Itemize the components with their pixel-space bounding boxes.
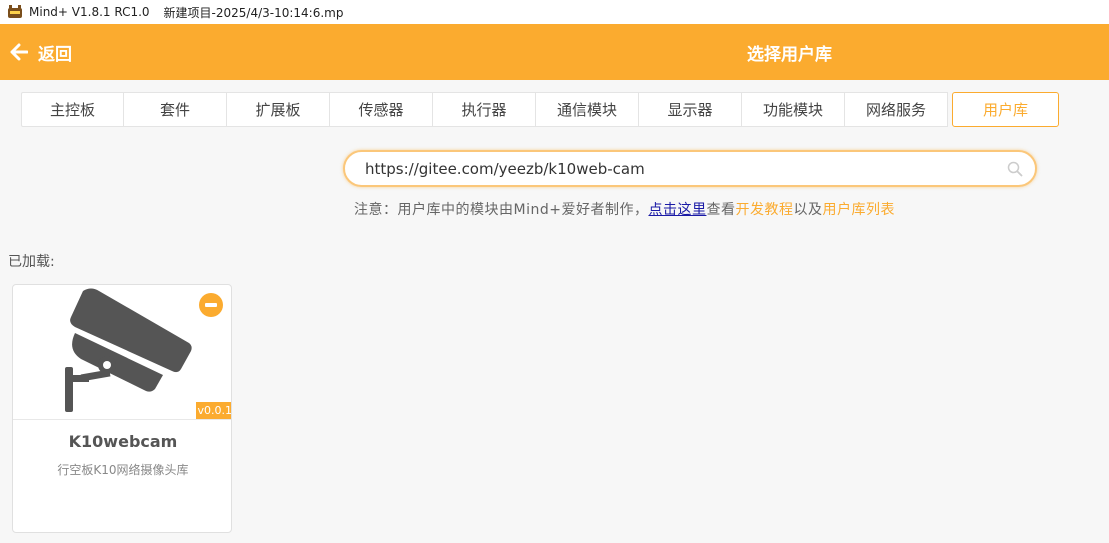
loaded-section-label: 已加载: (8, 254, 55, 270)
library-url-input[interactable] (365, 159, 985, 178)
remove-library-button[interactable] (199, 293, 223, 317)
tab-function[interactable]: 功能模块 (742, 92, 845, 127)
dev-tutorial-link[interactable]: 开发教程 (735, 202, 793, 218)
version-badge: v0.0.1 (195, 402, 232, 419)
user-library-notice: 注意：用户库中的模块由Mind+爱好者制作，点击这里查看开发教程以及用户库列表 (354, 199, 895, 219)
window-titlebar: Mind+ V1.8.1 RC1.0 新建项目-2025/4/3-10:14:6… (0, 0, 1109, 24)
library-description: 行空板K10网络摄像头库 (57, 463, 189, 477)
tab-communication[interactable]: 通信模块 (536, 92, 639, 127)
tab-actuator[interactable]: 执行器 (433, 92, 536, 127)
tab-display[interactable]: 显示器 (639, 92, 742, 127)
tab-network-service[interactable]: 网络服务 (845, 92, 948, 127)
click-here-link[interactable]: 点击这里 (648, 202, 706, 218)
user-library-list-link[interactable]: 用户库列表 (822, 202, 895, 218)
mind-plus-app-icon (7, 4, 23, 20)
library-card-image: v0.0.1 (13, 285, 232, 420)
page-title: 选择用户库 (747, 44, 832, 65)
security-camera-icon (65, 288, 192, 412)
category-tabs: 主控板 套件 扩展板 传感器 执行器 通信模块 显示器 功能模块 网络服务 用户… (21, 92, 1059, 127)
tab-user-library[interactable]: 用户库 (952, 92, 1059, 127)
tab-sensor[interactable]: 传感器 (330, 92, 433, 127)
tab-expansion-board[interactable]: 扩展板 (227, 92, 330, 127)
tab-kit[interactable]: 套件 (124, 92, 227, 127)
project-name: 新建项目-2025/4/3-10:14:6.mp (163, 5, 344, 20)
search-icon[interactable] (1007, 161, 1023, 177)
library-name: K10webcam (68, 432, 178, 451)
library-search-box (343, 150, 1037, 187)
library-card[interactable]: v0.0.1 K10webcam 行空板K10网络摄像头库 (12, 284, 232, 533)
app-name: Mind+ V1.8.1 RC1.0 (29, 5, 150, 19)
tab-main-board[interactable]: 主控板 (21, 92, 124, 127)
notice-view-text: 查看 (706, 202, 736, 218)
notice-and-text: 以及 (793, 202, 823, 218)
header-bar: 返回 选择用户库 (0, 24, 1109, 80)
notice-text: 注意：用户库中的模块由Mind+爱好者制作， (354, 202, 649, 218)
